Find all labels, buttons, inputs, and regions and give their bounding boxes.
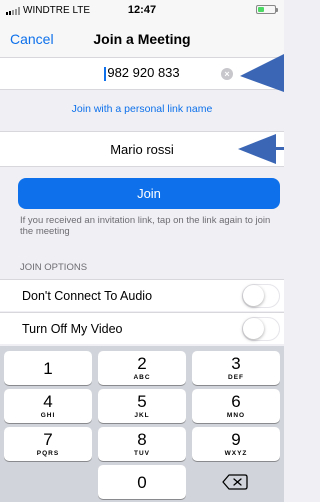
key-2[interactable]: 2 ABC [98, 351, 186, 385]
option-no-audio-label: Don't Connect To Audio [22, 289, 153, 303]
key-0[interactable]: 0 [98, 465, 186, 499]
key-3[interactable]: 3 DEF [192, 351, 280, 385]
option-video-off-label: Turn Off My Video [22, 322, 123, 336]
annotation-arrow-icon [238, 134, 284, 164]
key-1[interactable]: 1 [4, 351, 92, 385]
join-options-header: JOIN OPTIONS [20, 262, 88, 273]
video-off-toggle[interactable] [242, 317, 280, 341]
annotation-arrow-icon [240, 54, 284, 92]
numeric-keypad: 1 2 ABC 3 DEF 4 GHI 5 JKL 6 MNO 7 PQRS 8 TUV 9W… [0, 346, 284, 502]
battery-icon [256, 5, 278, 14]
status-bar: WINDTRE LTE 12:47 [0, 0, 284, 20]
key-5[interactable]: 5 JKL [98, 389, 186, 423]
clear-circle-icon[interactable]: × [221, 68, 233, 80]
join-button[interactable]: Join [18, 178, 280, 209]
page-title: Join a Meeting [93, 31, 191, 47]
option-no-audio-row: Don't Connect To Audio [0, 279, 284, 311]
key-blank [4, 465, 92, 499]
backspace-icon [222, 474, 248, 490]
invitation-hint: If you received an invitation link, tap … [20, 215, 271, 237]
meeting-id-value: 982 920 833 [107, 65, 180, 80]
key-9[interactable]: 9 WXYZ [192, 427, 280, 461]
key-4[interactable]: 4 GHI [4, 389, 92, 423]
display-name-input[interactable]: Mario rossi [40, 142, 244, 157]
personal-link-button[interactable]: Join with a personal link name [0, 91, 284, 127]
key-7[interactable]: 7 PQRS [4, 427, 92, 461]
toggle-knob [243, 318, 264, 339]
no-audio-toggle[interactable] [242, 284, 280, 308]
key-6[interactable]: 6 MNO [192, 389, 280, 423]
toggle-knob [243, 285, 264, 306]
key-8[interactable]: 8 TUV [98, 427, 186, 461]
option-video-off-row: Turn Off My Video [0, 312, 284, 344]
meeting-id-input[interactable]: 982 920 833 [40, 65, 244, 81]
status-time: 12:47 [127, 4, 157, 16]
backspace-button[interactable] [192, 465, 280, 499]
